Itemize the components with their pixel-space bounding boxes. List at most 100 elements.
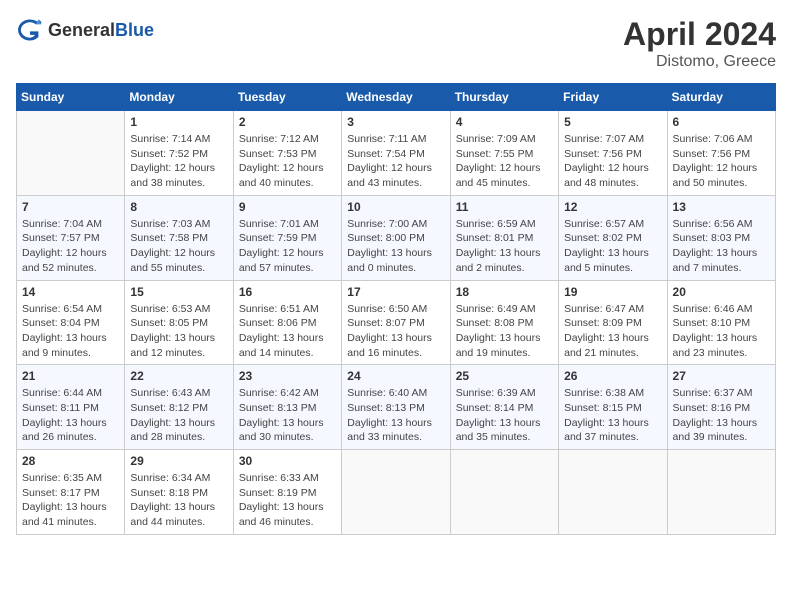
day-info: Sunrise: 6:39 AMSunset: 8:14 PMDaylight:… (456, 386, 553, 445)
weekday-tuesday: Tuesday (233, 84, 341, 111)
day-info: Sunrise: 6:38 AMSunset: 8:15 PMDaylight:… (564, 386, 661, 445)
day-number: 15 (130, 285, 227, 299)
location-title: Distomo, Greece (623, 53, 776, 71)
calendar-cell: 7Sunrise: 7:04 AMSunset: 7:57 PMDaylight… (17, 195, 125, 280)
calendar-cell: 18 Sunrise: 6:49 AMSunset: 8:08 PMDayligh… (450, 280, 558, 365)
day-number: 17 (347, 285, 444, 299)
day-number: 25 (456, 369, 553, 383)
day-info: Sunrise: 6:49 AMSunset: 8:08 PMDaylight:… (456, 302, 553, 361)
day-number: 14 (22, 285, 119, 299)
calendar-cell: 6Sunrise: 7:06 AMSunset: 7:56 PMDaylight… (667, 111, 775, 196)
calendar-cell: 30 Sunrise: 6:33 AMSunset: 8:19 PMDayligh… (233, 450, 341, 535)
day-number: 27 (673, 369, 770, 383)
day-number: 22 (130, 369, 227, 383)
day-info: Sunrise: 6:57 AMSunset: 8:02 PMDaylight:… (564, 217, 661, 276)
day-number: 21 (22, 369, 119, 383)
day-number: 9 (239, 200, 336, 214)
day-number: 5 (564, 115, 661, 129)
calendar-week-1: 1 Sunrise: 7:14 AMSunset: 7:52 PMDaylight… (17, 111, 776, 196)
calendar-cell: 4Sunrise: 7:09 AMSunset: 7:55 PMDaylight… (450, 111, 558, 196)
day-number: 2 (239, 115, 336, 129)
calendar-cell (450, 450, 558, 535)
day-info: Sunrise: 7:01 AMSunset: 7:59 PMDaylight:… (239, 217, 336, 276)
day-info: Sunrise: 7:04 AMSunset: 7:57 PMDaylight:… (22, 217, 119, 276)
calendar-cell: 26 Sunrise: 6:38 AMSunset: 8:15 PMDayligh… (559, 365, 667, 450)
day-info: Sunrise: 6:47 AMSunset: 8:09 PMDaylight:… (564, 302, 661, 361)
day-info: Sunrise: 7:07 AMSunset: 7:56 PMDaylight:… (564, 132, 661, 191)
calendar-cell: 15 Sunrise: 6:53 AMSunset: 8:05 PMDayligh… (125, 280, 233, 365)
calendar-cell: 5 Sunrise: 7:07 AMSunset: 7:56 PMDaylight… (559, 111, 667, 196)
day-info: Sunrise: 6:59 AMSunset: 8:01 PMDaylight:… (456, 217, 553, 276)
day-info: Sunrise: 6:50 AMSunset: 8:07 PMDaylight:… (347, 302, 444, 361)
day-number: 24 (347, 369, 444, 383)
calendar-cell: 19 Sunrise: 6:47 AMSunset: 8:09 PMDayligh… (559, 280, 667, 365)
page-header: GeneralBlue April 2024 Distomo, Greece (16, 16, 776, 71)
day-number: 13 (673, 200, 770, 214)
day-number: 30 (239, 454, 336, 468)
day-info: Sunrise: 6:44 AMSunset: 8:11 PMDaylight:… (22, 386, 119, 445)
day-info: Sunrise: 6:43 AMSunset: 8:12 PMDaylight:… (130, 386, 227, 445)
calendar-cell: 3Sunrise: 7:11 AMSunset: 7:54 PMDaylight… (342, 111, 450, 196)
calendar-cell: 17 Sunrise: 6:50 AMSunset: 8:07 PMDayligh… (342, 280, 450, 365)
day-number: 10 (347, 200, 444, 214)
title-block: April 2024 Distomo, Greece (623, 16, 776, 71)
day-number: 6 (673, 115, 770, 129)
day-number: 1 (130, 115, 227, 129)
logo-blue: Blue (115, 20, 154, 40)
calendar-cell: 22 Sunrise: 6:43 AMSunset: 8:12 PMDayligh… (125, 365, 233, 450)
weekday-wednesday: Wednesday (342, 84, 450, 111)
day-number: 19 (564, 285, 661, 299)
calendar-cell: 8Sunrise: 7:03 AMSunset: 7:58 PMDaylight… (125, 195, 233, 280)
day-info: Sunrise: 6:46 AMSunset: 8:10 PMDaylight:… (673, 302, 770, 361)
day-info: Sunrise: 7:03 AMSunset: 7:58 PMDaylight:… (130, 217, 227, 276)
calendar-cell (342, 450, 450, 535)
day-info: Sunrise: 7:14 AMSunset: 7:52 PMDaylight:… (130, 132, 227, 191)
day-number: 18 (456, 285, 553, 299)
day-info: Sunrise: 6:40 AMSunset: 8:13 PMDaylight:… (347, 386, 444, 445)
calendar-header: SundayMondayTuesdayWednesdayThursdayFrid… (17, 84, 776, 111)
day-info: Sunrise: 6:53 AMSunset: 8:05 PMDaylight:… (130, 302, 227, 361)
day-info: Sunrise: 7:12 AMSunset: 7:53 PMDaylight:… (239, 132, 336, 191)
calendar-week-3: 14Sunrise: 6:54 AMSunset: 8:04 PMDayligh… (17, 280, 776, 365)
day-number: 12 (564, 200, 661, 214)
logo-general: General (48, 20, 115, 40)
calendar-cell: 13 Sunrise: 6:56 AMSunset: 8:03 PMDayligh… (667, 195, 775, 280)
day-number: 26 (564, 369, 661, 383)
day-number: 4 (456, 115, 553, 129)
weekday-header-row: SundayMondayTuesdayWednesdayThursdayFrid… (17, 84, 776, 111)
day-info: Sunrise: 6:37 AMSunset: 8:16 PMDaylight:… (673, 386, 770, 445)
calendar-cell: 27 Sunrise: 6:37 AMSunset: 8:16 PMDayligh… (667, 365, 775, 450)
month-title: April 2024 (623, 16, 776, 53)
day-number: 3 (347, 115, 444, 129)
logo: GeneralBlue (16, 16, 154, 44)
calendar-body: 1 Sunrise: 7:14 AMSunset: 7:52 PMDaylight… (17, 111, 776, 535)
logo-icon (16, 16, 44, 44)
day-info: Sunrise: 6:33 AMSunset: 8:19 PMDaylight:… (239, 471, 336, 530)
calendar-cell: 25 Sunrise: 6:39 AMSunset: 8:14 PMDayligh… (450, 365, 558, 450)
weekday-saturday: Saturday (667, 84, 775, 111)
calendar-cell: 10 Sunrise: 7:00 AMSunset: 8:00 PMDayligh… (342, 195, 450, 280)
day-info: Sunrise: 6:34 AMSunset: 8:18 PMDaylight:… (130, 471, 227, 530)
weekday-friday: Friday (559, 84, 667, 111)
day-info: Sunrise: 7:00 AMSunset: 8:00 PMDaylight:… (347, 217, 444, 276)
weekday-monday: Monday (125, 84, 233, 111)
weekday-thursday: Thursday (450, 84, 558, 111)
day-number: 11 (456, 200, 553, 214)
calendar-cell: 11 Sunrise: 6:59 AMSunset: 8:01 PMDayligh… (450, 195, 558, 280)
calendar-cell: 9 Sunrise: 7:01 AMSunset: 7:59 PMDaylight… (233, 195, 341, 280)
logo-text: GeneralBlue (48, 20, 154, 41)
day-number: 23 (239, 369, 336, 383)
calendar-week-5: 28Sunrise: 6:35 AMSunset: 8:17 PMDayligh… (17, 450, 776, 535)
day-number: 20 (673, 285, 770, 299)
day-info: Sunrise: 6:56 AMSunset: 8:03 PMDaylight:… (673, 217, 770, 276)
day-info: Sunrise: 6:35 AMSunset: 8:17 PMDaylight:… (22, 471, 119, 530)
calendar-cell: 20 Sunrise: 6:46 AMSunset: 8:10 PMDayligh… (667, 280, 775, 365)
calendar-cell: 1 Sunrise: 7:14 AMSunset: 7:52 PMDaylight… (125, 111, 233, 196)
calendar-cell: 12 Sunrise: 6:57 AMSunset: 8:02 PMDayligh… (559, 195, 667, 280)
calendar-cell: 23Sunrise: 6:42 AMSunset: 8:13 PMDayligh… (233, 365, 341, 450)
day-number: 29 (130, 454, 227, 468)
calendar-cell: 24 Sunrise: 6:40 AMSunset: 8:13 PMDayligh… (342, 365, 450, 450)
calendar-table: SundayMondayTuesdayWednesdayThursdayFrid… (16, 83, 776, 535)
calendar-cell: 28Sunrise: 6:35 AMSunset: 8:17 PMDayligh… (17, 450, 125, 535)
calendar-week-4: 21 Sunrise: 6:44 AMSunset: 8:11 PMDayligh… (17, 365, 776, 450)
